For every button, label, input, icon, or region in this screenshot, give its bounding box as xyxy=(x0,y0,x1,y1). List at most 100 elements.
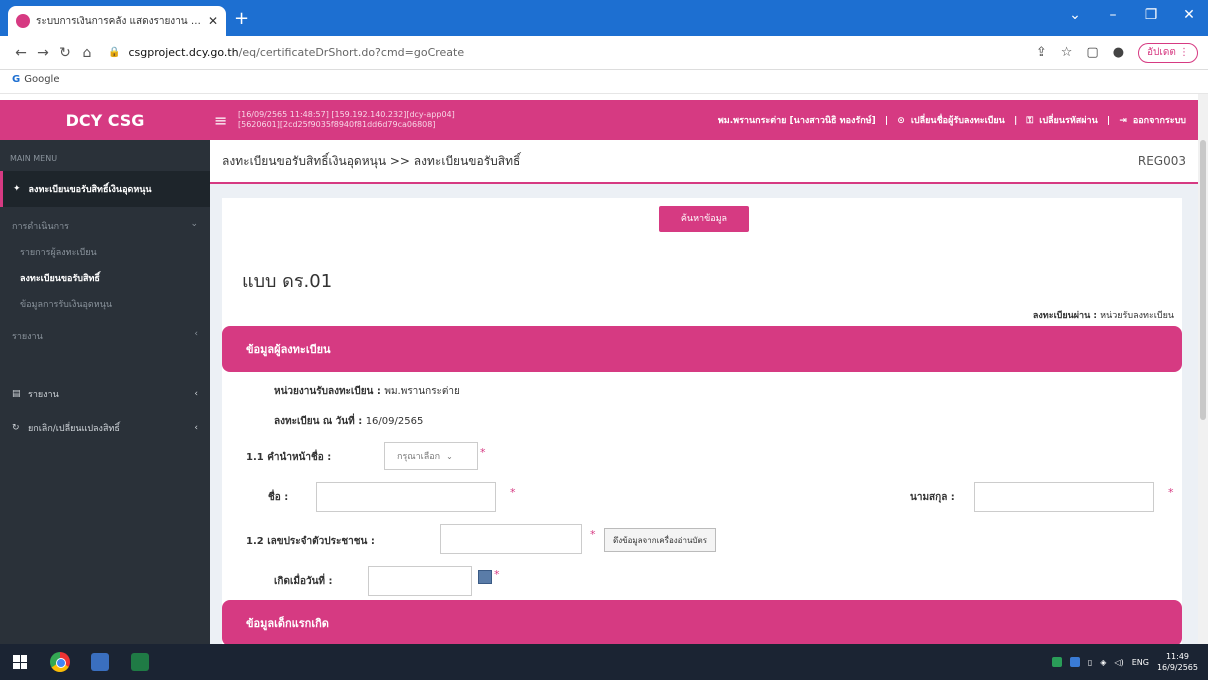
google-icon: G xyxy=(12,74,21,85)
prefix-select-value: กรุณาเลือก xyxy=(397,452,441,462)
app-icon[interactable] xyxy=(80,644,120,680)
calendar-icon[interactable] xyxy=(478,570,492,584)
surname-label: นามสกุล : xyxy=(910,492,955,503)
section-newborn-header: ข้อมูลเด็กแรกเกิด xyxy=(222,600,1182,646)
sidebar-item-cancel-change[interactable]: ↻ ยกเลิก/เปลี่ยนแปลงสิทธิ์ ‹ xyxy=(0,411,210,445)
birth-date-input[interactable] xyxy=(368,566,472,596)
breadcrumb-bar: ลงทะเบียนขอรับสิทธิ์เงินอุดหนุน >> ลงทะเ… xyxy=(210,140,1198,184)
address-bar: ← → ↻ ⌂ 🔒 csgproject.dcy.go.th/eq/certif… xyxy=(0,36,1208,70)
tray-app-icon[interactable] xyxy=(1069,657,1080,667)
windows-start-icon[interactable] xyxy=(0,644,40,680)
sidebar-item-label: ลงทะเบียนขอรับสิทธิ์เงินอุดหนุน xyxy=(28,185,152,195)
tray-app-icon[interactable] xyxy=(1051,657,1062,667)
prefix-label: 1.1 คำนำหน้าชื่อ : xyxy=(246,452,332,463)
receiving-unit-label: หน่วยงานรับลงทะเบียน : xyxy=(274,386,381,397)
user-name[interactable]: พม.พรานกระต่าย [นางสาวนิธิ ทองรักษ์] xyxy=(718,116,876,126)
chevron-left-icon: ‹ xyxy=(194,329,198,339)
scrollbar-thumb[interactable] xyxy=(1200,140,1206,420)
section-registrant-header: ข้อมูลผู้ลงทะเบียน xyxy=(222,326,1182,372)
form-card: ค้นหาข้อมูล แบบ ดร.01 ลงทะเบียนผ่าน : หน… xyxy=(222,198,1182,646)
bookmark-star-icon[interactable]: ☆ xyxy=(1061,45,1073,60)
clock-date: 16/9/2565 xyxy=(1156,663,1198,672)
chevron-down-icon: ⌄ xyxy=(446,451,453,461)
sidebar: MAIN MENU ✦ ลงทะเบียนขอรับสิทธิ์เงินอุดห… xyxy=(0,140,210,644)
registered-via-label: ลงทะเบียนผ่าน : xyxy=(1032,311,1097,321)
change-password-link[interactable]: เปลี่ยนรหัสผ่าน xyxy=(1039,116,1097,126)
clock[interactable]: 11:49 16/9/2565 xyxy=(1157,651,1198,673)
battery-icon[interactable]: ▯ xyxy=(1088,658,1092,667)
search-data-button[interactable]: ค้นหาข้อมูล xyxy=(659,206,749,232)
back-icon[interactable]: ← xyxy=(10,45,32,61)
new-tab-icon[interactable]: + xyxy=(234,8,249,29)
menu-toggle-icon[interactable]: ≡ xyxy=(214,111,234,130)
sidebar-sub-registrant-list[interactable]: รายการผู้ลงทะเบียน xyxy=(0,239,210,265)
main-menu-heading: MAIN MENU xyxy=(10,154,58,163)
required-mark: * xyxy=(510,486,516,499)
breadcrumb: ลงทะเบียนขอรับสิทธิ์เงินอุดหนุน >> ลงทะเ… xyxy=(222,153,521,168)
sidebar-section-label: รายงาน xyxy=(12,332,43,342)
sidebar-section-report[interactable]: รายงาน ‹ xyxy=(0,317,210,349)
sidebar-section-operations[interactable]: การดำเนินการ ⌄ xyxy=(0,207,210,239)
app-header: DCY CSG ≡ [16/09/2565 11:48:57] [159.192… xyxy=(0,100,1198,140)
logout-icon: ⇥ xyxy=(1119,116,1127,126)
prefix-select[interactable]: กรุณาเลือก ⌄ xyxy=(384,442,478,470)
registered-via: ลงทะเบียนผ่าน : หน่วยรับลงทะเบียน xyxy=(1033,308,1174,322)
tab-close-icon[interactable]: ✕ xyxy=(208,14,218,28)
session-line-2: [5620601][2cd25f9035f8940f81dd6d79ca0680… xyxy=(238,120,436,129)
app-brand[interactable]: DCY CSG xyxy=(0,111,210,130)
citizen-id-input[interactable] xyxy=(440,524,582,554)
profile-icon[interactable]: ● xyxy=(1113,45,1124,60)
url-field[interactable]: 🔒 csgproject.dcy.go.th/eq/certificateDrS… xyxy=(108,40,1036,66)
chevron-left-icon: ‹ xyxy=(194,389,198,399)
surname-input[interactable] xyxy=(974,482,1154,512)
forward-icon[interactable]: → xyxy=(32,45,54,61)
lock-icon[interactable]: 🔒 xyxy=(108,47,120,58)
browser-tab[interactable]: ระบบการเงินการคลัง แสดงรายงาน (ดร.) ✕ xyxy=(8,6,226,36)
page-scrollbar[interactable] xyxy=(1198,94,1208,644)
logout-link[interactable]: ออกจากระบบ xyxy=(1133,116,1186,126)
refresh-icon: ↻ xyxy=(12,423,20,433)
share-icon[interactable]: ⇪ xyxy=(1036,45,1047,60)
section-title: ข้อมูลเด็กแรกเกิด xyxy=(246,617,329,630)
volume-icon[interactable]: ◁) xyxy=(1114,658,1123,667)
bookmark-google[interactable]: Google xyxy=(24,74,59,85)
side-panel-icon[interactable]: ▢ xyxy=(1086,45,1098,60)
home-icon[interactable]: ⌂ xyxy=(76,45,98,61)
update-button[interactable]: อัปเดต ⋮ xyxy=(1138,42,1198,63)
clock-time: 11:49 xyxy=(1165,652,1190,661)
required-mark: * xyxy=(1168,486,1174,499)
tab-title: ระบบการเงินการคลัง แสดงรายงาน (ดร.) xyxy=(36,15,202,27)
network-icon[interactable]: ◈ xyxy=(1100,658,1106,667)
sidebar-item-register-subsidy[interactable]: ✦ ลงทะเบียนขอรับสิทธิ์เงินอุดหนุน xyxy=(0,171,210,207)
user-circle-icon: ⊙ xyxy=(897,116,905,126)
session-info: [16/09/2565 11:48:57] [159.192.140.232][… xyxy=(238,110,558,130)
reload-icon[interactable]: ↻ xyxy=(54,45,76,61)
required-mark: * xyxy=(480,446,486,459)
site-favicon-icon xyxy=(16,14,30,28)
session-line-1: [16/09/2565 11:48:57] [159.192.140.232][… xyxy=(238,110,455,119)
url-host: csgproject.dcy.go.th xyxy=(128,46,239,59)
sidebar-item-report[interactable]: ▤ รายงาน ‹ xyxy=(0,377,210,411)
close-window-icon[interactable]: ✕ xyxy=(1170,0,1208,30)
language-indicator[interactable]: ENG xyxy=(1132,658,1149,667)
registration-date-value: 16/09/2565 xyxy=(365,416,424,427)
main-content: ลงทะเบียนขอรับสิทธิ์เงินอุดหนุน >> ลงทะเ… xyxy=(210,140,1198,646)
maximize-icon[interactable]: ❐ xyxy=(1132,0,1170,30)
registration-date-label: ลงทะเบียน ณ วันที่ : xyxy=(274,416,363,427)
update-label: อัปเดต xyxy=(1147,46,1176,58)
tab-search-icon[interactable]: ⌄ xyxy=(1056,0,1094,30)
registration-date: ลงทะเบียน ณ วันที่ : 16/09/2565 xyxy=(274,414,423,429)
chrome-icon[interactable] xyxy=(40,644,80,680)
form-title: แบบ ดร.01 xyxy=(242,271,333,292)
sidebar-sub-register-rights[interactable]: ลงทะเบียนขอรับสิทธิ์ xyxy=(0,265,210,291)
first-name-input[interactable] xyxy=(316,482,496,512)
read-card-button[interactable]: ดึงข้อมูลจากเครื่องอ่านบัตร xyxy=(604,528,717,552)
receiving-unit: หน่วยงานรับลงทะเบียน : พม.พรานกระต่าย xyxy=(274,384,460,399)
registered-via-value: หน่วยรับลงทะเบียน xyxy=(1100,311,1174,321)
excel-icon[interactable] xyxy=(120,644,160,680)
minimize-icon[interactable]: – xyxy=(1094,0,1132,30)
browser-tab-bar: ระบบการเงินการคลัง แสดงรายงาน (ดร.) ✕ + … xyxy=(0,0,1208,36)
change-registrar-link[interactable]: เปลี่ยนชื่อผู้รับลงทะเบียน xyxy=(911,116,1005,126)
sidebar-sub-payment-info[interactable]: ข้อมูลการรับเงินอุดหนุน xyxy=(0,291,210,317)
page-code: REG003 xyxy=(1137,154,1186,168)
